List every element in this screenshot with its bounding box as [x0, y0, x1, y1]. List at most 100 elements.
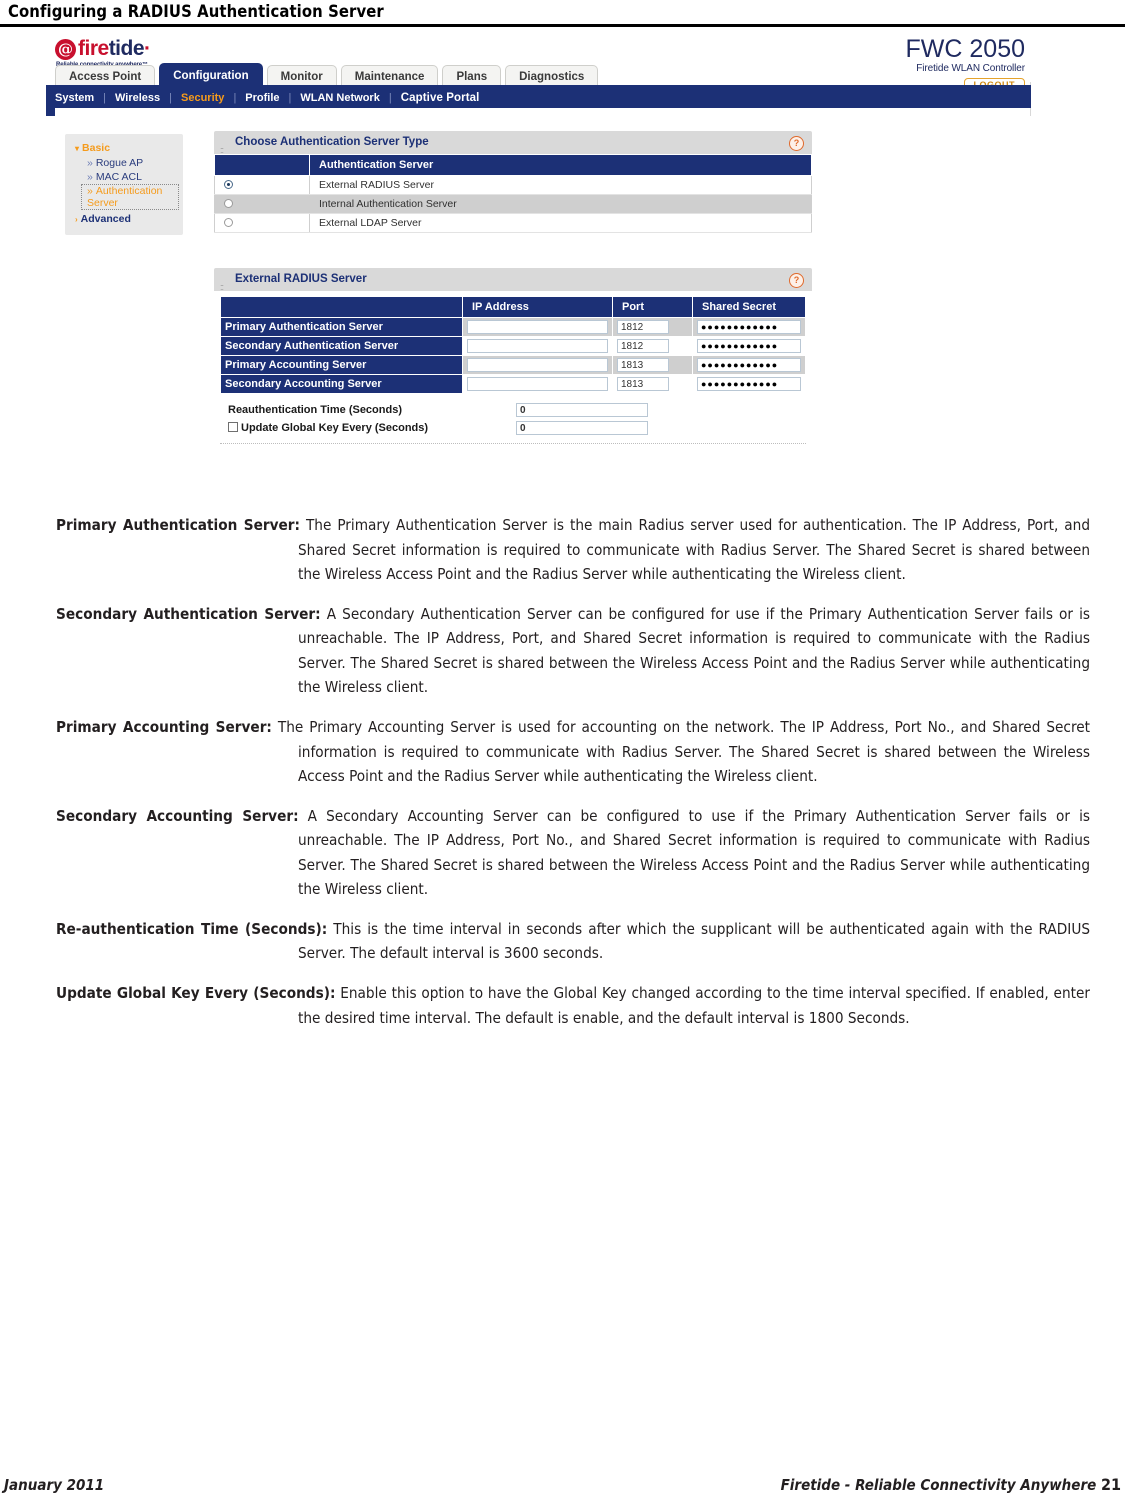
column-header-ip-address: IP Address	[462, 296, 613, 318]
port-cell: 1812	[612, 317, 693, 337]
radio-cell[interactable]	[214, 175, 310, 195]
table-row: Secondary Accounting Server 1813 ●●●●●●●…	[220, 374, 806, 394]
secret-input-primary-accounting[interactable]: ●●●●●●●●●●●●	[697, 358, 801, 372]
port-input-secondary-authentication[interactable]: 1812	[617, 339, 669, 353]
table-row: Primary Accounting Server 1813 ●●●●●●●●●…	[220, 355, 806, 375]
radio-internal-authentication-server[interactable]	[224, 199, 233, 208]
sidebar-group-basic-label: Basic	[82, 142, 111, 154]
option-label-external-radius-server: External RADIUS Server	[309, 175, 812, 195]
brand-bar: @ firetide· Reliable connectivity anywhe…	[46, 30, 1031, 93]
sidebar-item-authentication-server-label: Authentication Server	[87, 185, 163, 209]
update-global-key-label: Update Global Key Every (Seconds)	[241, 422, 429, 434]
model-subtitle: Firetide WLAN Controller	[916, 63, 1025, 74]
definition-primary-accounting-server: Primary Accounting Server: The Primary A…	[56, 715, 1090, 789]
chevron-right-icon: »	[87, 171, 93, 183]
definition-text: A Secondary Accounting Server can be con…	[298, 806, 1090, 899]
port-input-primary-authentication[interactable]: 1812	[617, 320, 669, 334]
sidebar-group-advanced-label: Advanced	[80, 213, 131, 225]
subnav-profile[interactable]: Profile	[236, 87, 288, 110]
definition-text: The Primary Accounting Server is used fo…	[271, 718, 1090, 786]
tab-configuration[interactable]: Configuration	[159, 63, 263, 87]
caret-down-icon: ▾	[75, 144, 80, 153]
panel-header: :: Choose Authentication Server Type ?	[214, 131, 812, 155]
tab-diagnostics[interactable]: Diagnostics	[505, 65, 599, 87]
update-global-key-input[interactable]: 0	[516, 421, 648, 435]
panel-choose-auth-server-type: :: Choose Authentication Server Type ? A…	[214, 131, 812, 233]
column-header-authentication-server: Authentication Server	[309, 154, 812, 176]
update-global-key-checkbox[interactable]	[228, 422, 238, 432]
table-row[interactable]: External RADIUS Server	[214, 175, 812, 195]
definition-term: Primary Authentication Server:	[56, 516, 300, 535]
row-label-primary-authentication-server: Primary Authentication Server	[220, 317, 463, 337]
port-input-primary-accounting[interactable]: 1813	[617, 358, 669, 372]
logo-word-fire: fire	[78, 37, 109, 60]
tab-monitor[interactable]: Monitor	[266, 65, 337, 87]
option-label-internal-authentication-server: Internal Authentication Server	[309, 194, 812, 214]
application-screenshot: @ firetide· Reliable connectivity anywhe…	[46, 30, 1031, 482]
help-icon[interactable]: ?	[789, 136, 804, 151]
reauthentication-time-label: Reauthentication Time (Seconds)	[228, 404, 402, 416]
heading-divider	[0, 24, 1125, 27]
footer-date: January 2011	[4, 1476, 105, 1494]
tab-maintenance[interactable]: Maintenance	[340, 65, 439, 87]
table-header-row: Authentication Server	[214, 154, 812, 176]
help-icon[interactable]: ?	[789, 273, 804, 288]
subnav-captive-portal[interactable]: Captive Portal	[392, 87, 489, 110]
logo-word-dot: ·	[144, 37, 151, 60]
model-name: FWC 2050	[905, 35, 1025, 63]
sidebar-group-advanced[interactable]: › Advanced	[65, 210, 183, 227]
subnav-wlan-network[interactable]: WLAN Network	[291, 87, 388, 110]
subnav-wireless[interactable]: Wireless	[106, 87, 169, 110]
secret-cell: ●●●●●●●●●●●●	[692, 374, 806, 394]
secret-input-primary-authentication[interactable]: ●●●●●●●●●●●●	[697, 320, 801, 334]
ip-input-primary-authentication[interactable]	[467, 320, 608, 334]
definition-term: Re-authentication Time (Seconds):	[56, 919, 328, 938]
radio-cell[interactable]	[214, 194, 310, 214]
sidebar-item-authentication-server[interactable]: » Authentication Server	[81, 184, 179, 210]
radio-cell[interactable]	[214, 213, 310, 233]
tab-access-point[interactable]: Access Point	[55, 65, 156, 87]
sidebar-item-mac-acl[interactable]: » MAC ACL	[65, 170, 183, 184]
radius-server-table: IP Address Port Shared Secret Primary Au…	[220, 296, 806, 394]
panel-bottom-divider	[220, 443, 806, 444]
table-row: Primary Authentication Server 1812 ●●●●●…	[220, 317, 806, 337]
page-title: Configuring a RADIUS Authentication Serv…	[8, 2, 384, 21]
definition-text: The Primary Authentication Server is the…	[298, 516, 1090, 584]
tab-plans[interactable]: Plans	[442, 65, 502, 87]
ip-input-secondary-authentication[interactable]	[467, 339, 608, 353]
radio-external-radius-server[interactable]	[224, 180, 233, 189]
table-row[interactable]: Internal Authentication Server	[214, 194, 812, 214]
port-input-secondary-accounting[interactable]: 1813	[617, 377, 669, 391]
table-row[interactable]: External LDAP Server	[214, 213, 812, 233]
table-row: Secondary Authentication Server 1812 ●●●…	[220, 336, 806, 356]
ip-cell	[462, 374, 613, 394]
footer-brand-text: Firetide - Reliable Connectivity Anywher…	[780, 1476, 1097, 1494]
definition-list: Primary Authentication Server: The Prima…	[56, 498, 1090, 1043]
secret-input-secondary-accounting[interactable]: ●●●●●●●●●●●●	[697, 377, 801, 391]
panel-external-radius-server: :: External RADIUS Server ? IP Address P…	[214, 268, 812, 444]
secondary-nav-bar: System | Wireless | Security | Profile | WLAN Ne…	[46, 85, 1031, 108]
sidebar-menu: ▾ Basic » Rogue AP » MAC ACL » Authenticatio…	[65, 134, 183, 235]
chevron-right-icon: »	[87, 185, 93, 197]
sidebar-group-basic[interactable]: ▾ Basic	[65, 140, 183, 156]
secret-input-secondary-authentication[interactable]: ●●●●●●●●●●●●	[697, 339, 801, 353]
grip-dots-icon: ::	[220, 145, 224, 155]
subnav-security[interactable]: Security	[172, 87, 233, 110]
port-cell: 1812	[612, 336, 693, 356]
definition-term: Secondary Authentication Server:	[56, 604, 321, 623]
row-label-secondary-authentication-server: Secondary Authentication Server	[220, 336, 463, 356]
update-global-key-row: Update Global Key Every (Seconds) 0	[228, 419, 806, 437]
definition-primary-authentication-server: Primary Authentication Server: The Prima…	[56, 513, 1090, 587]
sidebar-item-rogue-ap[interactable]: » Rogue AP	[65, 156, 183, 170]
secondary-nav-items: System | Wireless | Security | Profile | WLAN Ne…	[55, 85, 488, 108]
radio-external-ldap-server[interactable]	[224, 218, 233, 227]
option-label-external-ldap-server: External LDAP Server	[309, 213, 812, 233]
ip-input-primary-accounting[interactable]	[467, 358, 608, 372]
reauthentication-time-input[interactable]: 0	[516, 403, 648, 417]
secret-cell: ●●●●●●●●●●●●	[692, 336, 806, 356]
definition-update-global-key: Update Global Key Every (Seconds): Enabl…	[56, 981, 1090, 1030]
definition-secondary-authentication-server: Secondary Authentication Server: A Secon…	[56, 602, 1090, 700]
sidebar-item-rogue-ap-label: Rogue AP	[95, 157, 144, 169]
subnav-system[interactable]: System	[55, 87, 103, 110]
ip-input-secondary-accounting[interactable]	[467, 377, 608, 391]
